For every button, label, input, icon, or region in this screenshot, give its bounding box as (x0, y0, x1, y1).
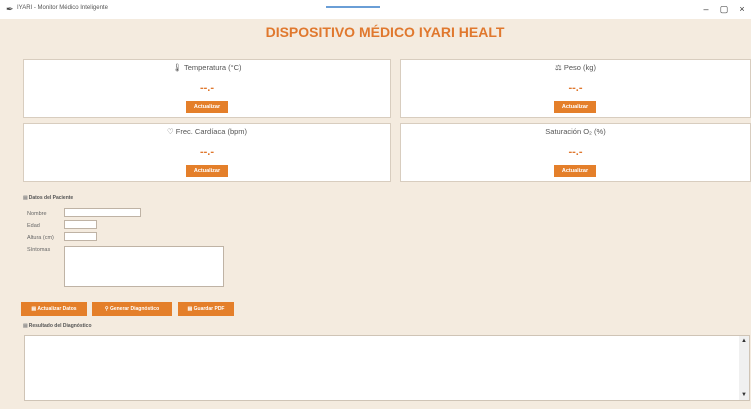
scroll-up-icon[interactable]: ▲ (740, 337, 748, 345)
generate-diagnosis-button[interactable]: ⚲ Generar Diagnóstico (92, 302, 172, 316)
oxygen-saturation-value: --.- (568, 146, 583, 158)
heart-rate-label: Frec. Cardíaca (bpm) (175, 127, 248, 136)
scale-icon: ⚖ (555, 63, 562, 72)
scroll-down-icon[interactable]: ▼ (740, 391, 748, 399)
window-title: IYARI - Monitor Médico Inteligente (17, 5, 108, 11)
update-weight-button[interactable]: Actualizar (554, 101, 596, 113)
window-titlebar: ✒ IYARI - Monitor Médico Inteligente – ▢… (0, 0, 751, 19)
title-accent-line (326, 6, 380, 8)
maximize-button[interactable]: ▢ (716, 2, 732, 16)
name-input[interactable] (64, 208, 141, 217)
clipboard-icon: ▤ (23, 195, 28, 201)
save-icon: ▤ (187, 306, 193, 312)
document-icon: ▤ (31, 306, 37, 312)
thermometer-icon: 🌡 (172, 63, 182, 72)
result-section-title: ▤Resultado del Diagnóstico (23, 323, 92, 329)
name-label: Nombre (27, 211, 47, 217)
temperature-card: 🌡 Temperatura (°C) --.- Actualizar (23, 59, 391, 118)
heart-rate-card: ♡ Frec. Cardíaca (bpm) --.- Actualizar (23, 123, 391, 182)
update-data-button[interactable]: ▤ Actualizar Datos (21, 302, 87, 316)
symptoms-label: Síntomas (27, 247, 51, 253)
oxygen-saturation-label: Saturación O₂ (%) (545, 127, 606, 136)
age-input[interactable] (64, 220, 97, 229)
weight-label: Peso (kg) (563, 63, 596, 72)
height-input[interactable] (64, 232, 97, 241)
feather-icon: ✒ (6, 4, 14, 14)
patient-section-title: ▤Datos del Paciente (23, 195, 74, 201)
height-label: Altura (cm) (27, 235, 54, 241)
weight-card: ⚖ Peso (kg) --.- Actualizar (400, 59, 751, 118)
minimize-button[interactable]: – (698, 2, 714, 16)
heart-icon: ♡ (166, 127, 174, 136)
magnifier-icon: ⚲ (104, 306, 109, 312)
app-title: DISPOSITIVO MÉDICO IYARI HEALT (265, 24, 505, 40)
heart-rate-value: --.- (199, 146, 215, 158)
weight-value: --.- (568, 82, 583, 94)
temperature-value: --.- (199, 82, 215, 94)
update-oxygen-saturation-button[interactable]: Actualizar (554, 165, 596, 177)
oxygen-saturation-card: Saturación O₂ (%) --.- Actualizar (400, 123, 751, 182)
symptoms-textarea[interactable] (64, 246, 224, 287)
temperature-label: Temperatura (°C) (183, 63, 242, 72)
save-pdf-button[interactable]: ▤ Guardar PDF (178, 302, 234, 316)
diagnosis-result-textarea[interactable]: ▲ ▼ (24, 335, 750, 401)
report-icon: ▤ (23, 323, 28, 329)
close-button[interactable]: × (734, 2, 750, 16)
update-heart-rate-button[interactable]: Actualizar (186, 165, 228, 177)
result-scrollbar[interactable]: ▲ ▼ (739, 336, 749, 400)
update-temperature-button[interactable]: Actualizar (186, 101, 228, 113)
age-label: Edad (27, 223, 40, 229)
